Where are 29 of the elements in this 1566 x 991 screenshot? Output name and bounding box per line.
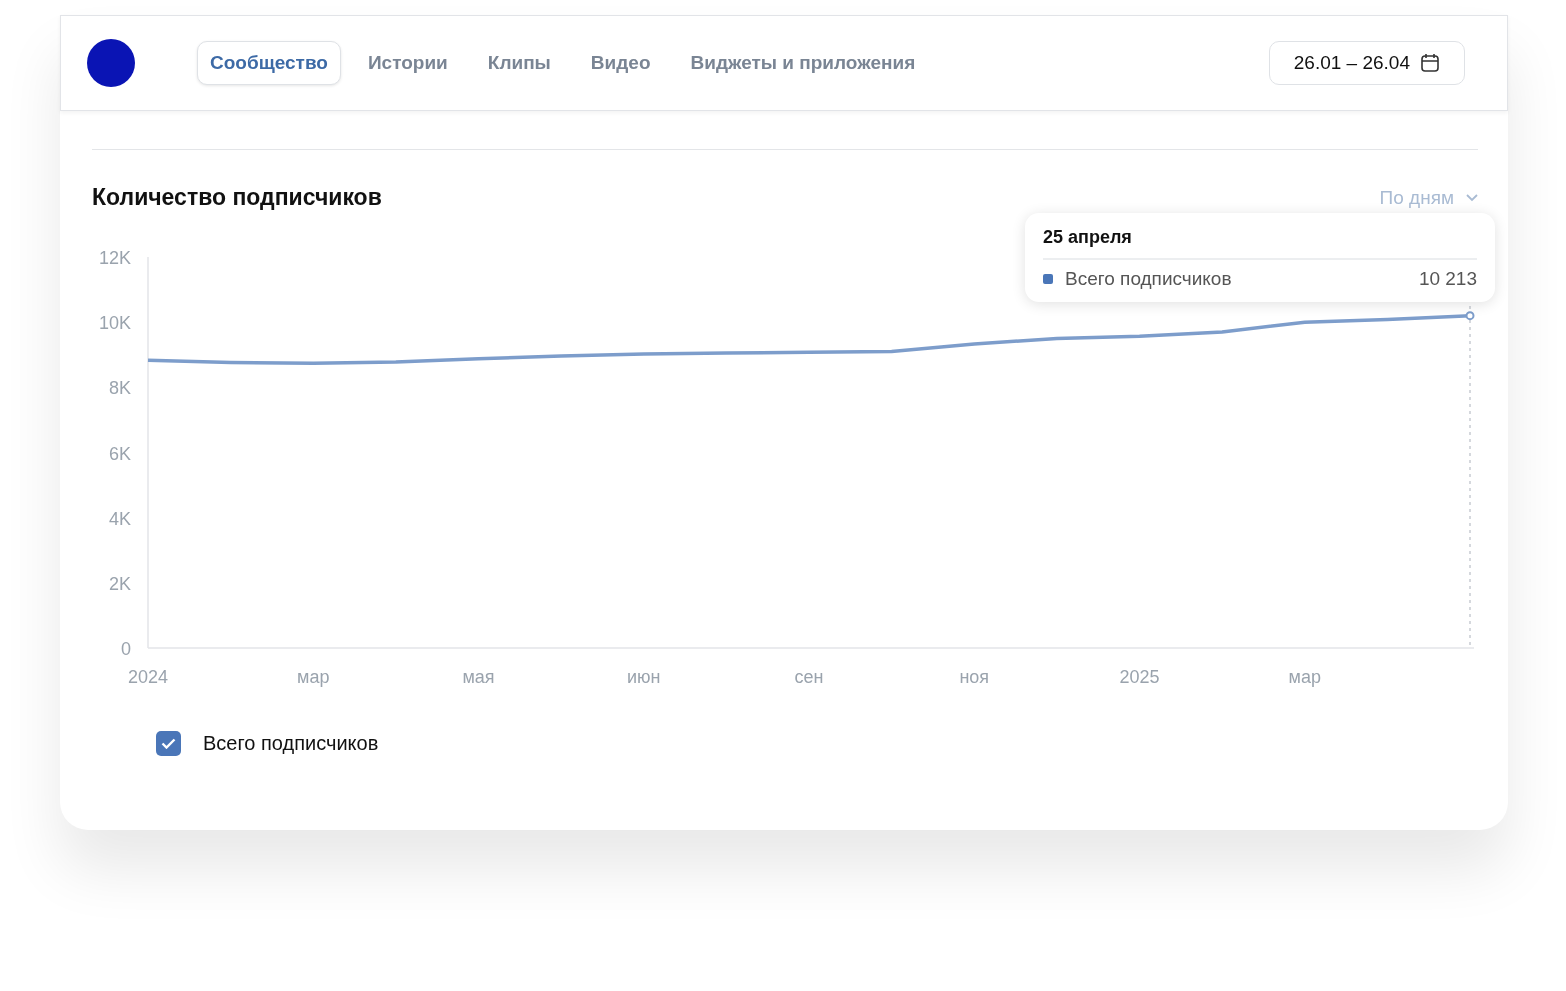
date-range-button[interactable]: 26.01 – 26.04 — [1268, 41, 1465, 85]
y-axis-label: 4K — [108, 508, 131, 529]
y-axis-label: 10K — [98, 313, 131, 334]
y-axis-label: 12K — [98, 248, 131, 268]
x-axis-label: мар — [297, 667, 330, 687]
tab[interactable]: Сообщество — [197, 41, 341, 85]
logo-icon — [87, 39, 135, 87]
legend-label: Всего подписчиков — [203, 732, 379, 755]
period-dropdown[interactable]: По дням — [1379, 186, 1478, 209]
check-icon — [161, 738, 176, 749]
x-axis-label: 2024 — [128, 667, 168, 687]
checkbox[interactable] — [156, 731, 181, 756]
calendar-icon — [1420, 53, 1440, 73]
y-axis-label: 6K — [108, 443, 131, 464]
tooltip-value: 10 213 — [1418, 268, 1477, 290]
chart-title: Количество подписчиков — [92, 184, 382, 211]
x-axis-label: ноя — [959, 667, 990, 687]
x-axis-label: сен — [794, 667, 824, 687]
y-axis-label: 0 — [121, 639, 131, 659]
y-axis-label: 8K — [108, 378, 131, 399]
chevron-down-icon — [1466, 193, 1478, 202]
y-axis-label: 2K — [108, 573, 131, 594]
x-axis-label: мар — [1288, 667, 1321, 687]
tooltip-date: 25 апреля — [1043, 227, 1477, 260]
x-axis-label: 2025 — [1119, 667, 1160, 687]
x-axis-label: мая — [462, 667, 495, 687]
hover-point — [1465, 311, 1475, 321]
tooltip-series: Всего подписчиков — [1065, 268, 1232, 290]
x-axis-label: июн — [627, 667, 661, 687]
